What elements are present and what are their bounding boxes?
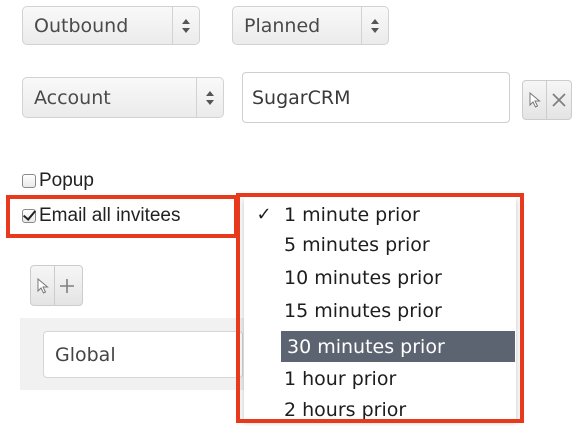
direction-select-value: Outbound <box>34 14 129 37</box>
status-select-value: Planned <box>244 14 321 37</box>
cursor-arrow-icon <box>37 277 49 294</box>
cursor-arrow-icon <box>529 92 541 108</box>
reminder-dropdown-highlight <box>236 193 524 423</box>
updown-arrows-icon <box>361 7 388 44</box>
popup-checkbox[interactable] <box>22 174 36 188</box>
team-actions <box>30 265 83 306</box>
team-field[interactable]: Global <box>43 331 243 378</box>
close-icon <box>551 93 566 107</box>
updown-arrows-icon <box>182 18 190 33</box>
plus-icon <box>59 278 74 293</box>
select-team-button[interactable] <box>31 266 54 305</box>
email-invitees-highlight <box>6 195 238 238</box>
popup-checkbox-label: Popup <box>39 170 94 191</box>
parent-type-select-value: Account <box>34 86 111 109</box>
popup-checkbox-row[interactable]: Popup <box>22 170 94 192</box>
select-cursor-button[interactable] <box>523 81 546 119</box>
status-select[interactable]: Planned <box>232 6 389 45</box>
updown-arrows-icon <box>206 90 214 105</box>
updown-arrows-icon <box>172 7 199 44</box>
clear-button[interactable] <box>546 81 570 119</box>
direction-select[interactable]: Outbound <box>22 6 200 45</box>
updown-arrows-icon <box>371 18 379 33</box>
updown-arrows-icon <box>196 78 223 117</box>
parent-type-select[interactable]: Account <box>22 77 224 118</box>
parent-name-value: SugarCRM <box>252 86 351 109</box>
team-field-value: Global <box>55 343 116 366</box>
parent-name-input[interactable]: SugarCRM <box>242 72 510 123</box>
parent-actions <box>522 80 572 120</box>
add-team-button[interactable] <box>54 266 78 305</box>
